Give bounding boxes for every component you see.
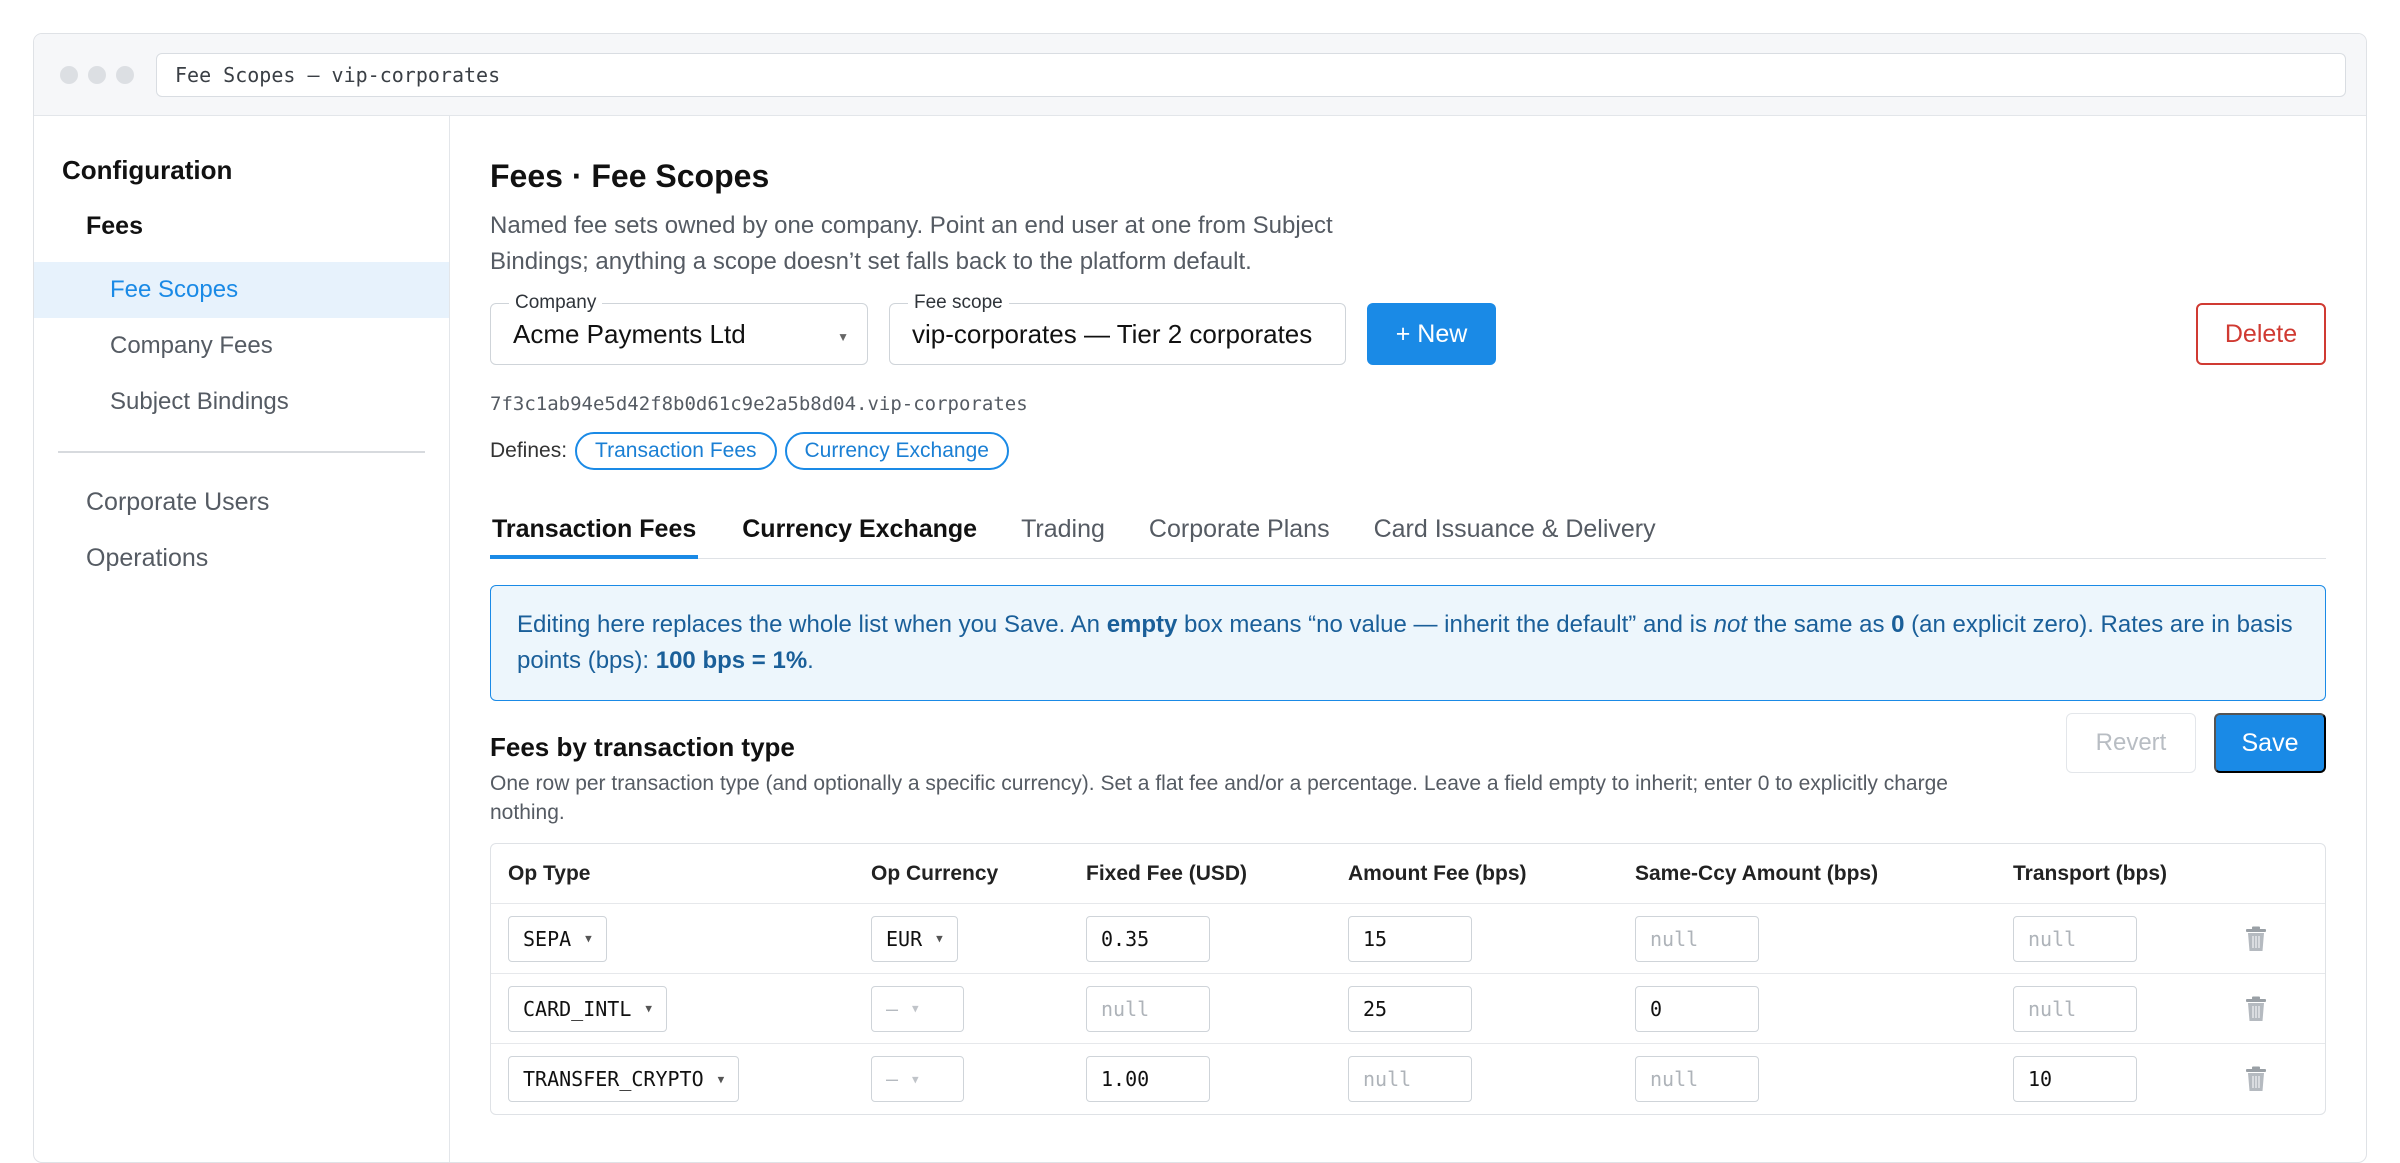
amount-fee-input[interactable]: 25 bbox=[1348, 985, 1472, 1032]
chevron-down-icon: ▼ bbox=[585, 932, 592, 945]
tab-card-issuance-delivery[interactable]: Card Issuance & Delivery bbox=[1374, 499, 1656, 559]
window-minimize-dot[interactable] bbox=[88, 65, 106, 84]
trash-icon[interactable] bbox=[2243, 1066, 2269, 1092]
info-note: Editing here replaces the whole list whe… bbox=[490, 585, 2326, 701]
op-currency-select[interactable]: — ▼ bbox=[871, 985, 964, 1032]
title-bar: Fee Scopes — vip-corporates bbox=[34, 34, 2366, 116]
tab-bar: Transaction Fees Currency Exchange Tradi… bbox=[490, 499, 2326, 559]
amount-fee-input[interactable]: null bbox=[1348, 1056, 1472, 1102]
delete-scope-button[interactable]: Delete bbox=[2196, 303, 2326, 365]
op-currency-select[interactable]: — ▼ bbox=[871, 1056, 964, 1102]
fees-section: Fees by transaction type One row per tra… bbox=[490, 713, 2326, 1115]
sidebar-item-operations[interactable]: Operations bbox=[34, 531, 449, 587]
sidebar-group-fees[interactable]: Fees bbox=[34, 206, 449, 246]
tab-corporate-plans[interactable]: Corporate Plans bbox=[1149, 499, 1330, 559]
page-title: Fees · Fee Scopes bbox=[490, 157, 770, 194]
amount-fee-input[interactable]: 15 bbox=[1348, 915, 1472, 962]
column-header-op-currency: Op Currency bbox=[871, 861, 999, 885]
op-type-select[interactable]: TRANSFER_CRYPTO ▼ bbox=[508, 1056, 740, 1102]
page-description: Named fee sets owned by one company. Poi… bbox=[490, 212, 1333, 275]
tab-currency-exchange[interactable]: Currency Exchange bbox=[742, 499, 977, 559]
trash-icon[interactable] bbox=[2243, 926, 2269, 952]
sidebar: Configuration Fees Fee Scopes Company Fe… bbox=[34, 116, 450, 1162]
fee-scope-select[interactable]: Fee scope vip-corporates — Tier 2 corpor… bbox=[889, 292, 1346, 365]
revert-button[interactable]: Revert bbox=[2066, 713, 2196, 773]
scope-id: 7f3c1ab94e5d42f8b0d61c9e2a5b8d04.vip-cor… bbox=[490, 393, 1028, 415]
sidebar-item-fee-scopes[interactable]: Fee Scopes bbox=[34, 262, 449, 318]
scope-selector-row: Company Acme Payments Ltd ▼ Fee scope vi… bbox=[490, 292, 2326, 366]
company-select-value: Acme Payments Ltd bbox=[513, 318, 746, 349]
op-currency-select[interactable]: EUR ▼ bbox=[871, 915, 958, 962]
op-type-select[interactable]: CARD_INTL ▼ bbox=[508, 985, 667, 1032]
chevron-down-icon: ▼ bbox=[837, 330, 849, 344]
defines-label: Defines: bbox=[490, 439, 568, 462]
tab-transaction-fees[interactable]: Transaction Fees bbox=[490, 499, 699, 559]
sidebar-item-corporate-users[interactable]: Corporate Users bbox=[34, 475, 449, 531]
table-row: SEPA ▼ EUR ▼ 0.35 15 null null bbox=[491, 904, 2325, 974]
company-select-label: Company bbox=[509, 292, 603, 314]
transport-input[interactable]: null bbox=[2013, 915, 2137, 962]
fees-table: Op Type Op Currency Fixed Fee (USD) Amou… bbox=[490, 843, 2326, 1115]
main-content: Fees · Fee Scopes Named fee sets owned b… bbox=[450, 116, 2366, 1162]
trash-icon[interactable] bbox=[2243, 996, 2269, 1022]
table-header-row: Op Type Op Currency Fixed Fee (USD) Amou… bbox=[491, 844, 2325, 904]
fee-scope-select-label: Fee scope bbox=[908, 292, 1009, 314]
column-header-fixed-fee: Fixed Fee (USD) bbox=[1086, 861, 1248, 885]
fixed-fee-input[interactable]: 1.00 bbox=[1086, 1056, 1210, 1102]
chevron-down-icon: ▼ bbox=[936, 932, 943, 945]
column-header-amount-fee: Amount Fee (bps) bbox=[1348, 861, 1527, 885]
tab-trading[interactable]: Trading bbox=[1021, 499, 1105, 559]
sidebar-item-subject-bindings[interactable]: Subject Bindings bbox=[34, 374, 449, 430]
section-description: One row per transaction type (and option… bbox=[490, 772, 1948, 824]
defines-chip-transaction-fees[interactable]: Transaction Fees bbox=[575, 432, 777, 470]
transport-input[interactable]: 10 bbox=[2013, 1056, 2137, 1102]
same-ccy-amount-input[interactable]: null bbox=[1635, 1056, 1759, 1102]
save-button[interactable]: Save bbox=[2214, 713, 2326, 773]
sidebar-item-company-fees[interactable]: Company Fees bbox=[34, 318, 449, 374]
same-ccy-amount-input[interactable]: null bbox=[1635, 915, 1759, 962]
table-row: CARD_INTL ▼ — ▼ null 25 0 null bbox=[491, 974, 2325, 1044]
table-row: TRANSFER_CRYPTO ▼ — ▼ 1.00 null null 10 bbox=[491, 1044, 2325, 1114]
company-select[interactable]: Company Acme Payments Ltd ▼ bbox=[490, 292, 868, 365]
sidebar-divider bbox=[58, 451, 425, 453]
transport-input[interactable]: null bbox=[2013, 985, 2137, 1032]
column-header-same-ccy-amount: Same-Ccy Amount (bps) bbox=[1635, 861, 1879, 885]
window-maximize-dot[interactable] bbox=[116, 65, 134, 84]
column-header-op-type: Op Type bbox=[508, 861, 591, 885]
op-type-select[interactable]: SEPA ▼ bbox=[508, 915, 607, 962]
chevron-down-icon: ▼ bbox=[645, 1002, 652, 1015]
column-header-transport: Transport (bps) bbox=[2013, 861, 2168, 885]
fixed-fee-input[interactable]: 0.35 bbox=[1086, 915, 1210, 962]
section-title: Fees by transaction type bbox=[490, 731, 795, 762]
chevron-down-icon: ▼ bbox=[912, 1072, 919, 1086]
chevron-down-icon: ▼ bbox=[912, 1002, 919, 1015]
new-scope-button[interactable]: + New bbox=[1367, 303, 1496, 365]
defines-row: Defines: Transaction Fees Currency Excha… bbox=[490, 431, 2326, 471]
window-close-dot[interactable] bbox=[60, 65, 78, 84]
address-bar[interactable]: Fee Scopes — vip-corporates bbox=[156, 52, 2346, 97]
fee-scope-select-value: vip-corporates — Tier 2 corporates bbox=[912, 318, 1313, 349]
defines-chip-currency-exchange[interactable]: Currency Exchange bbox=[784, 432, 1009, 470]
chevron-down-icon: ▼ bbox=[717, 1072, 725, 1086]
fixed-fee-input[interactable]: null bbox=[1086, 985, 1210, 1032]
same-ccy-amount-input[interactable]: 0 bbox=[1635, 985, 1759, 1032]
sidebar-section-configuration: Configuration bbox=[62, 154, 233, 185]
app-window: Fee Scopes — vip-corporates Configuratio… bbox=[33, 33, 2367, 1163]
